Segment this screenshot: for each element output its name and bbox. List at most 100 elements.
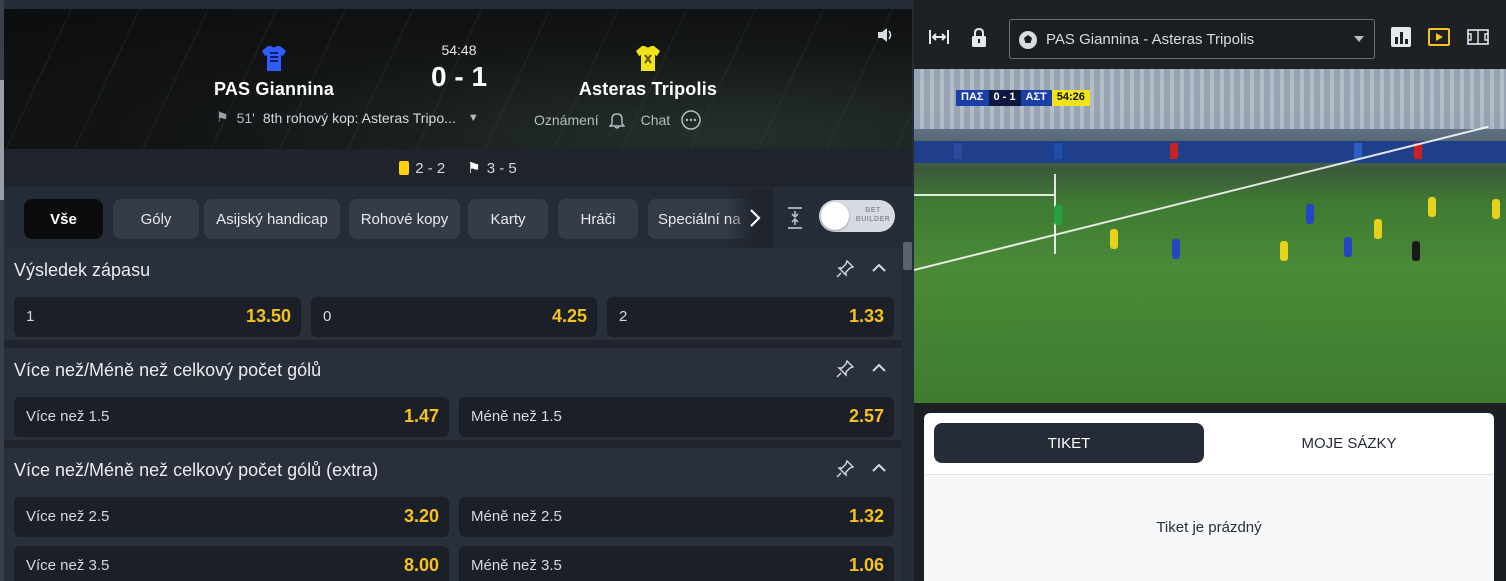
odds-value: 13.50 xyxy=(245,306,291,326)
home-jersey-icon xyxy=(262,46,286,71)
toggle-knob xyxy=(821,202,849,230)
odds-button[interactable]: 1 13.50 xyxy=(14,297,301,337)
odds-value: 1.33 xyxy=(848,306,884,326)
corner-flag-icon: ⚑ xyxy=(216,109,229,125)
bet-slip: TIKET MOJE SÁZKY Tiket je prázdný xyxy=(924,413,1494,581)
chevron-right-icon[interactable] xyxy=(748,208,762,228)
referee xyxy=(1412,241,1420,261)
odds-value: 1.47 xyxy=(403,406,439,426)
odds-label: Méně než 1.5 xyxy=(471,408,562,425)
chevron-up-icon[interactable] xyxy=(872,262,886,272)
player xyxy=(1428,197,1436,217)
odds-button[interactable]: Více než 3.5 8.00 xyxy=(14,546,449,581)
event-minute: 51' xyxy=(236,109,255,126)
away-team: Asteras Tripolis xyxy=(548,43,748,100)
live-video[interactable]: ΠΑΣ 0 - 1 ΑΣΤ 54:26 xyxy=(914,69,1506,403)
tab-players[interactable]: Hráči xyxy=(558,199,638,239)
yellow-card-icon xyxy=(399,161,410,175)
stream-toolbar: PAS Giannina - Asteras Tripolis xyxy=(914,0,1506,69)
tab-ticket[interactable]: TIKET xyxy=(934,423,1204,463)
match-header: PAS Giannina 54:48 0 - 1 Asteras Tripoli… xyxy=(4,9,912,149)
odds-label: Méně než 2.5 xyxy=(471,508,562,525)
empty-slip-message: Tiket je prázdný xyxy=(1156,519,1262,536)
odds-value: 4.25 xyxy=(551,306,587,326)
tab-all[interactable]: Vše xyxy=(24,199,103,239)
tab-asian-handicap[interactable]: Asijský handicap xyxy=(204,199,340,239)
market-separator xyxy=(4,340,902,348)
match-score: 0 - 1 xyxy=(430,61,488,92)
pin-icon[interactable] xyxy=(836,360,854,378)
lock-icon[interactable] xyxy=(968,26,990,48)
tab-corners[interactable]: Rohové kopy xyxy=(349,199,460,239)
odds-button[interactable]: Méně než 1.5 2.57 xyxy=(459,397,894,437)
chat-icon[interactable] xyxy=(680,109,702,131)
bet-builder-toggle[interactable]: BET BUILDER xyxy=(819,200,895,232)
odds-value: 2.57 xyxy=(848,406,884,426)
expand-width-icon[interactable] xyxy=(928,26,950,48)
away-team-name: Asteras Tripolis xyxy=(578,79,718,99)
market-tabs: Vše Góly Asijský handicap Rohové kopy Ka… xyxy=(4,188,912,248)
corners-stat: ⚑ 3 - 5 xyxy=(467,159,517,178)
match-clock: 54:48 xyxy=(441,42,477,58)
pin-icon[interactable] xyxy=(836,260,854,278)
odds-button[interactable]: Více než 1.5 1.47 xyxy=(14,397,449,437)
tv-scorebug: ΠΑΣ 0 - 1 ΑΣΤ 54:26 xyxy=(956,90,1090,106)
goalkeeper xyxy=(1054,205,1062,225)
chat-link[interactable]: Chat xyxy=(641,112,671,128)
odds-button[interactable]: 0 4.25 xyxy=(311,297,597,337)
notifications-link[interactable]: Oznámení xyxy=(534,112,599,128)
market-separator xyxy=(4,440,902,448)
ad-board xyxy=(954,143,962,159)
goal-net xyxy=(914,194,1054,196)
betting-panel: PAS Giannina 54:48 0 - 1 Asteras Tripoli… xyxy=(0,0,914,581)
chevron-up-icon[interactable] xyxy=(872,462,886,472)
collapse-all-icon[interactable] xyxy=(786,206,804,230)
odds-label: Více než 2.5 xyxy=(26,508,110,525)
pin-icon[interactable] xyxy=(836,460,854,478)
odds-button[interactable]: 2 1.33 xyxy=(607,297,894,337)
tab-cards[interactable]: Karty xyxy=(468,199,548,239)
ad-board xyxy=(1054,143,1062,159)
app-root: PAS Giannina 54:48 0 - 1 Asteras Tripoli… xyxy=(0,0,1506,581)
speaker-icon[interactable] xyxy=(877,27,895,43)
match-select[interactable]: PAS Giannina - Asteras Tripolis xyxy=(1009,19,1375,59)
scorebug-home: ΠΑΣ xyxy=(956,90,989,106)
odds-button[interactable]: Více než 2.5 3.20 xyxy=(14,497,449,537)
event-text: 8th rohový kop: Asteras Tripo... xyxy=(262,109,456,126)
scrollbar-thumb[interactable] xyxy=(903,242,912,270)
market-total-goals: Více než/Méně než celkový počet gólů Víc… xyxy=(4,348,902,448)
scorebug-away: ΑΣΤ xyxy=(1020,90,1052,106)
match-select-value: PAS Giannina - Asteras Tripolis xyxy=(1046,31,1255,48)
tab-goals[interactable]: Góly xyxy=(113,199,199,239)
odds-value: 3.20 xyxy=(403,506,439,526)
player xyxy=(1110,229,1118,249)
pitch-tracker-icon[interactable] xyxy=(1467,26,1489,48)
chevron-up-icon[interactable] xyxy=(872,362,886,372)
yellow-cards-stat: 2 - 2 xyxy=(399,160,445,177)
soccer-ball-icon xyxy=(1019,31,1037,49)
scorebug-time: 54:26 xyxy=(1051,90,1090,106)
home-team: PAS Giannina xyxy=(174,43,374,100)
player xyxy=(1492,199,1500,219)
odds-value: 1.32 xyxy=(848,506,884,526)
corner-flag-icon: ⚑ xyxy=(467,160,481,177)
tab-my-bets[interactable]: MOJE SÁZKY xyxy=(1214,423,1484,463)
odds-label: Méně než 3.5 xyxy=(471,557,562,574)
match-stats: 2 - 2 ⚑ 3 - 5 xyxy=(4,149,912,187)
stats-icon[interactable] xyxy=(1390,26,1412,48)
corners-count: 3 - 5 xyxy=(486,159,517,177)
stream-panel: PAS Giannina - Asteras Tripolis ΠΑΣ 0 - … xyxy=(914,0,1506,581)
player xyxy=(1374,219,1382,239)
odds-button[interactable]: Méně než 3.5 1.06 xyxy=(459,546,894,581)
odds-label: 1 xyxy=(26,308,35,325)
last-event[interactable]: ⚑ 51' 8th rohový kop: Asteras Tripo... ▼ xyxy=(216,109,479,126)
chevron-down-icon: ▼ xyxy=(467,111,479,124)
odds-value: 8.00 xyxy=(403,555,439,575)
bell-icon[interactable] xyxy=(608,111,625,129)
odds-label: Více než 1.5 xyxy=(26,408,110,425)
player xyxy=(1306,204,1314,224)
odds-button[interactable]: Méně než 2.5 1.32 xyxy=(459,497,894,537)
odds-label: 0 xyxy=(323,308,332,325)
odds-value: 1.06 xyxy=(848,555,884,575)
video-play-icon[interactable] xyxy=(1428,26,1450,48)
